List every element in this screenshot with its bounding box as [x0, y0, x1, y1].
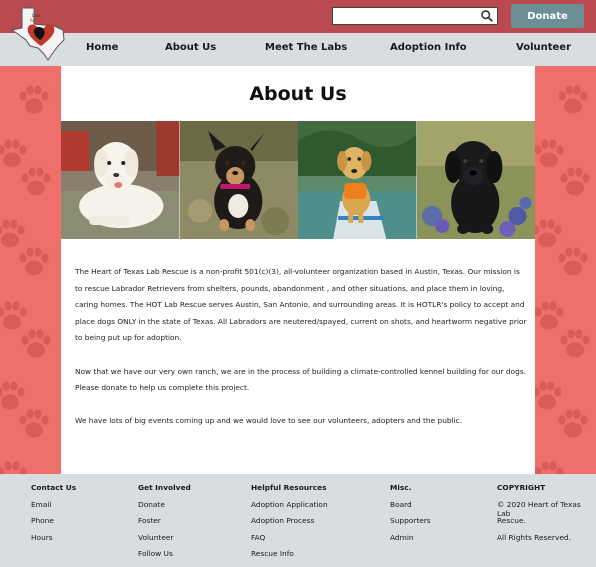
paw-print-icon [16, 406, 52, 442]
footer-link-email[interactable]: Email [31, 500, 76, 517]
footer-link-foster[interactable]: Foster [138, 516, 191, 533]
nav-home[interactable]: Home [86, 42, 118, 53]
donate-button[interactable]: Donate [511, 4, 584, 28]
footer-link-board[interactable]: Board [390, 500, 431, 517]
footer-involved-column: Get Involved Donate Foster Volunteer Fol… [138, 483, 191, 566]
site-footer: Contact Us Email Phone Hours Get Involve… [0, 474, 596, 567]
paw-print-icon [16, 244, 52, 280]
right-paw-pattern [535, 66, 596, 474]
search-input[interactable] [332, 7, 498, 25]
footer-contact-heading: Contact Us [31, 483, 77, 492]
about-paragraph-ranch: Now that we have our very own ranch, we … [75, 366, 526, 393]
paw-print-icon [555, 406, 591, 442]
nav-volunteer[interactable]: Volunteer [516, 42, 571, 53]
footer-resources-heading: Helpful Resources [251, 483, 327, 492]
paw-print-icon [555, 82, 591, 118]
paw-print-icon [555, 244, 591, 280]
search-icon[interactable] [480, 9, 494, 23]
photo-yellow-lab-paddleboard [298, 121, 417, 239]
svg-text:Rescue: Rescue [30, 18, 45, 23]
footer-link-faq[interactable]: FAQ [251, 533, 328, 550]
nav-adoption-info[interactable]: Adoption Info [390, 42, 467, 53]
main-content: About Us The Heart of Texas Lab Rescue i… [61, 66, 535, 474]
footer-link-adoption-application[interactable]: Adoption Application [251, 500, 328, 517]
about-paragraph-mission: The Heart of Texas Lab Rescue is a non-p… [75, 267, 527, 343]
copyright-line: All Rights Reserved. [497, 532, 571, 542]
main-nav: Home About Us Meet The Labs Adoption Inf… [0, 33, 596, 66]
footer-link-donate[interactable]: Donate [138, 500, 191, 517]
footer-link-hours[interactable]: Hours [31, 533, 76, 550]
paw-print-icon [16, 82, 52, 118]
paw-print-icon [535, 458, 567, 474]
copyright-line: Rescue. [497, 516, 526, 525]
footer-contact-column: Contact Us Email Phone Hours [31, 483, 76, 549]
paw-print-icon [557, 164, 593, 200]
footer-copyright-column: COPYRIGHT © 2020 Heart of Texas Lab Resc… [497, 483, 596, 549]
footer-link-admin[interactable]: Admin [390, 533, 431, 550]
photo-white-lab [61, 121, 180, 239]
footer-resources-column: Helpful Resources Adoption Application A… [251, 483, 328, 566]
photo-tricolor-puppy [179, 121, 298, 239]
dog-photo-strip [61, 121, 535, 239]
copyright-line: © 2020 Heart of Texas Lab [497, 499, 581, 518]
footer-link-phone[interactable]: Phone [31, 516, 76, 533]
paw-print-icon [18, 326, 54, 362]
top-bar: Donate [0, 0, 596, 33]
nav-meet-the-labs[interactable]: Meet The Labs [265, 42, 347, 53]
footer-link-adoption-process[interactable]: Adoption Process [251, 516, 328, 533]
paw-print-icon [18, 164, 54, 200]
about-body: The Heart of Texas Lab Rescue is a non-p… [75, 264, 527, 447]
footer-copyright-heading: COPYRIGHT [497, 483, 546, 492]
footer-link-rescue-info[interactable]: Rescue Info [251, 549, 328, 566]
page-title: About Us [249, 83, 347, 105]
footer-misc-column: Misc. Board Supporters Admin [390, 483, 431, 549]
footer-involved-heading: Get Involved [138, 483, 191, 492]
paw-print-icon [0, 458, 30, 474]
paw-print-icon [557, 326, 593, 362]
about-paragraph-events: We have lots of big events coming up and… [75, 416, 463, 426]
footer-misc-heading: Misc. [390, 483, 412, 492]
footer-link-supporters[interactable]: Supporters [390, 516, 431, 533]
photo-black-puppy [416, 121, 535, 239]
site-logo[interactable]: Lab Rescue [8, 4, 68, 62]
nav-about-us[interactable]: About Us [165, 42, 216, 53]
footer-link-volunteer[interactable]: Volunteer [138, 533, 191, 550]
footer-link-follow-us[interactable]: Follow Us [138, 549, 191, 566]
left-paw-pattern [0, 66, 61, 474]
